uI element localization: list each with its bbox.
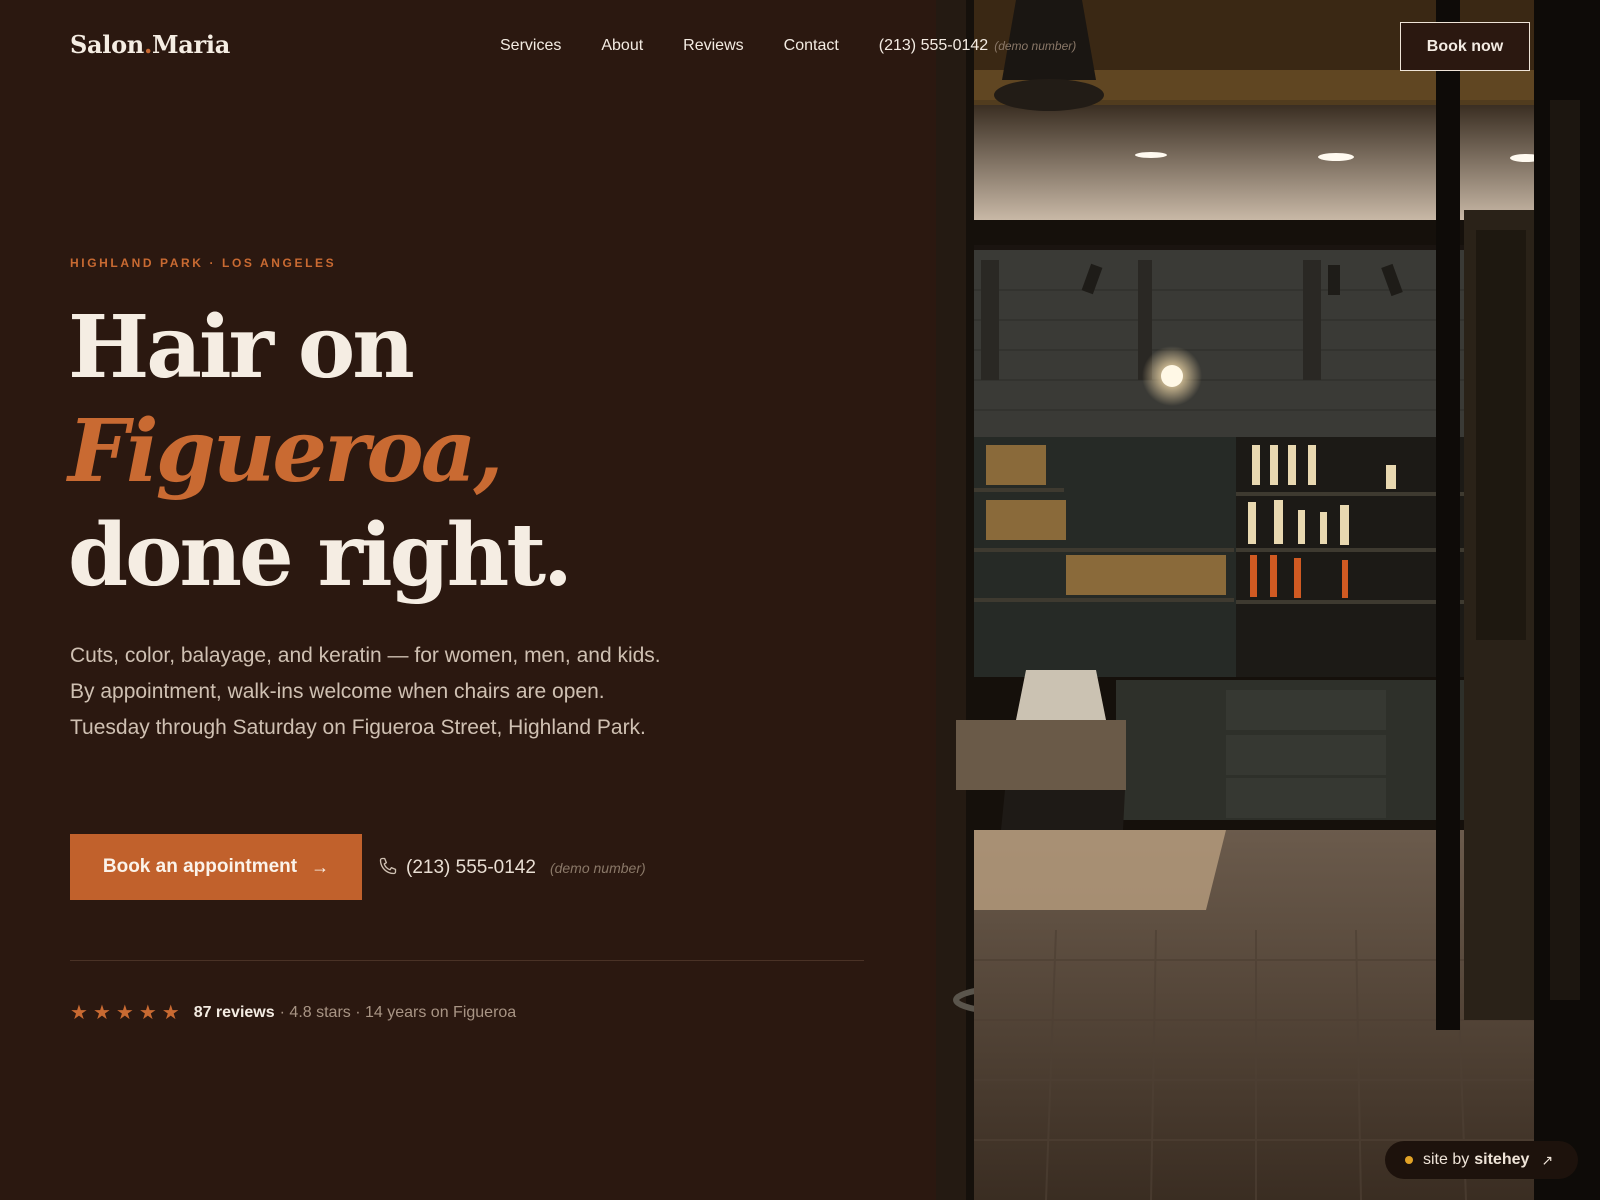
star-rating: ★ ★ ★ ★ ★	[70, 1003, 180, 1023]
nav-reviews[interactable]: Reviews	[683, 37, 743, 55]
brand-name-first: Salon	[70, 30, 144, 59]
book-now-button[interactable]: Book now	[1400, 22, 1530, 71]
arrow-right-icon: →	[311, 856, 330, 877]
star-icon: ★	[70, 1002, 88, 1024]
nav-services[interactable]: Services	[500, 37, 561, 55]
badge-name: sitehey	[1474, 1151, 1530, 1168]
headline-accent: Figueroa,	[68, 401, 503, 502]
star-icon: ★	[138, 1002, 157, 1024]
external-link-icon: ↗	[1541, 1151, 1554, 1168]
status-dot	[1405, 1156, 1413, 1164]
hero-phone-number: (213) 555-0142	[406, 857, 536, 878]
headline-line-1: Hair on	[68, 297, 415, 398]
star-icon: ★	[161, 1002, 180, 1024]
main-nav: Services About Reviews Contact (213) 555…	[500, 37, 1076, 55]
brand-logo[interactable]: Salon.Maria	[70, 30, 230, 59]
book-appointment-button[interactable]: Book an appointment →	[70, 834, 362, 900]
rating-meta: · 4.8 stars · 14 years on Figueroa	[279, 1004, 517, 1021]
nav-phone-link[interactable]: (213) 555-0142	[879, 37, 988, 55]
phone-icon	[379, 857, 397, 875]
star-icon: ★	[115, 1002, 134, 1024]
rating-summary: ★ ★ ★ ★ ★ 87 reviews · 4.8 stars · 14 ye…	[70, 1003, 516, 1023]
hero-phone-note: (demo number)	[549, 860, 646, 876]
nav-phone-note: (demo number)	[994, 39, 1077, 53]
section-divider	[70, 960, 864, 961]
hero-description: Cuts, color, balayage, and keratin — for…	[70, 644, 661, 739]
star-icon: ★	[92, 1002, 111, 1024]
salon-interior-photo	[936, 0, 1600, 1200]
hero-headline: Hair on Figueroa, done right.	[68, 296, 708, 608]
badge-prefix: site by	[1423, 1151, 1470, 1168]
book-appointment-label: Book an appointment	[102, 856, 298, 877]
hero-phone-link[interactable]: (213) 555-0142 (demo number)	[378, 853, 646, 879]
headline-line-3: done right.	[68, 505, 573, 606]
location-eyebrow: HIGHLAND PARK · LOS ANGELES	[70, 256, 337, 270]
review-count: 87 reviews	[193, 1004, 275, 1021]
brand-dot: .	[143, 30, 153, 59]
site-credit-badge[interactable]: site by sitehey ↗	[1385, 1141, 1578, 1179]
nav-about[interactable]: About	[601, 37, 643, 55]
brand-name-second: Maria	[152, 30, 230, 59]
nav-contact[interactable]: Contact	[784, 37, 839, 55]
